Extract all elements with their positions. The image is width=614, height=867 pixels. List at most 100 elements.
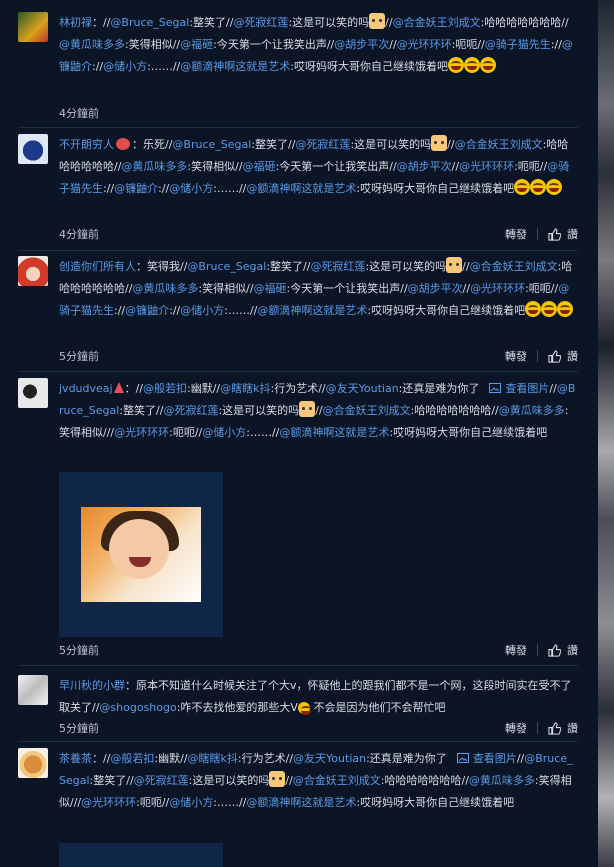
mention-link[interactable]: @额滴神啊这就是艺术 xyxy=(257,304,367,317)
mention-link[interactable]: @瞎瞎k抖 xyxy=(220,382,270,395)
mention-link[interactable]: @死寂红莲 xyxy=(134,774,189,787)
view-image-link[interactable]: 查看图片 xyxy=(456,752,517,765)
mention-link[interactable]: @额滴神啊这就是艺术 xyxy=(246,182,356,195)
mention-link[interactable]: @镰鼬介 xyxy=(125,304,169,317)
mention-link[interactable]: @Bruce_Segal xyxy=(110,16,189,29)
mention-link[interactable]: @瞎瞎k抖 xyxy=(188,752,238,765)
smile-emoji-icon xyxy=(297,702,311,715)
comment-item: 茶養茶：//@般若扣:幽默//@瞎瞎k抖:行为艺术//@友天Youtian:还真… xyxy=(18,748,578,867)
repost-button[interactable]: 轉發 xyxy=(505,226,527,242)
mention-link[interactable]: @合金妖王刘成文 xyxy=(470,260,558,273)
laugh-emoji-icon xyxy=(541,301,558,317)
avatar[interactable] xyxy=(18,134,48,164)
username-link[interactable]: 茶養茶 xyxy=(59,752,92,765)
mention-link[interactable]: @胡步平次 xyxy=(334,38,389,51)
mention-link[interactable]: @黄瓜味多多 xyxy=(132,282,198,295)
like-button[interactable]: 讚 xyxy=(548,642,578,658)
mention-link[interactable]: @光环环环 xyxy=(114,426,169,439)
avatar[interactable] xyxy=(18,378,48,408)
cat-emoji-icon xyxy=(299,401,316,417)
mention-link[interactable]: @合金妖王刘成文 xyxy=(393,16,481,29)
repost-button[interactable]: 轉發 xyxy=(505,720,527,736)
mention-link[interactable]: @镰鼬介 xyxy=(114,182,158,195)
mention-link[interactable]: @储小方 xyxy=(180,304,224,317)
comment-item: 创造你们所有人：笑得我//@Bruce_Segal:整笑了//@死寂红莲:这是可… xyxy=(18,256,578,366)
mention-link[interactable]: @般若扣 xyxy=(143,382,187,395)
mention-link[interactable]: @Bruce_Segal xyxy=(187,260,266,273)
laugh-emoji-icon xyxy=(525,301,542,317)
username-link[interactable]: 林初禄 xyxy=(59,16,92,29)
mention-link[interactable]: @储小方 xyxy=(169,182,213,195)
repost-button[interactable]: 轉發 xyxy=(505,348,527,364)
mention-link[interactable]: @shogoshogo xyxy=(99,701,176,714)
background-image-edge xyxy=(598,0,614,867)
attached-image[interactable] xyxy=(59,843,223,867)
divider xyxy=(537,722,538,734)
username-link[interactable]: jvdudveaj xyxy=(59,382,113,395)
comment-item: 早川秋的小群：原本不知道什么时候关注了个大v，怀疑他上的跟我们都不是一个网，这段… xyxy=(18,675,578,743)
mention-link[interactable]: @光环环环 xyxy=(81,796,136,809)
comment-text: 茶養茶：//@般若扣:幽默//@瞎瞎k抖:行为艺术//@友天Youtian:还真… xyxy=(59,752,573,809)
username-link[interactable]: 不开朗穷人 xyxy=(59,138,114,151)
timestamp: 4分鐘前 xyxy=(59,107,99,120)
like-button[interactable]: 讚 xyxy=(548,226,578,242)
mention-link[interactable]: @骑子猫先生 xyxy=(485,38,551,51)
mention-link[interactable]: @般若扣 xyxy=(110,752,154,765)
like-button[interactable]: 讚 xyxy=(548,348,578,364)
thumbs-up-icon xyxy=(548,227,561,241)
mention-link[interactable]: @友天Youtian xyxy=(326,382,399,395)
username-link[interactable]: 早川秋的小群 xyxy=(59,679,125,692)
mention-link[interactable]: @额滴神啊这就是艺术 xyxy=(180,60,290,73)
like-button[interactable]: 讚 xyxy=(548,720,578,736)
view-image-link[interactable]: 查看图片 xyxy=(489,382,549,395)
mention-link[interactable]: @福砸 xyxy=(254,282,287,295)
comment-actions: 轉發 讚 xyxy=(505,642,578,658)
comment-text: jvdudveaj ：//@般若扣:幽默//@瞎瞎k抖:行为艺术//@友天Yout… xyxy=(59,382,576,439)
laugh-emoji-icon xyxy=(463,57,480,73)
mention-link[interactable]: @黄瓜味多多 xyxy=(121,160,187,173)
timestamp: 5分鐘前 xyxy=(59,722,99,735)
mention-link[interactable]: @死寂红莲 xyxy=(163,404,218,417)
avatar[interactable] xyxy=(18,256,48,286)
divider xyxy=(537,350,538,362)
comment-text: 林初禄：//@Bruce_Segal:整笑了//@死寂红莲:这是可以笑的吗//@… xyxy=(59,12,578,78)
comment-text: 早川秋的小群：原本不知道什么时候关注了个大v，怀疑他上的跟我们都不是一个网，这段… xyxy=(59,679,572,715)
mention-link[interactable]: @福砸 xyxy=(180,38,213,51)
divider xyxy=(537,644,538,656)
mention-link[interactable]: @黄瓜味多多 xyxy=(469,774,535,787)
mention-link[interactable]: @储小方 xyxy=(103,60,147,73)
mention-link[interactable]: @福砸 xyxy=(243,160,276,173)
cat-emoji-icon xyxy=(269,771,286,787)
mention-link[interactable]: @光环环环 xyxy=(470,282,525,295)
mention-link[interactable]: @额滴神啊这就是艺术 xyxy=(246,796,356,809)
mention-link[interactable]: @胡步平次 xyxy=(397,160,452,173)
mention-link[interactable]: @储小方 xyxy=(202,426,246,439)
mention-link[interactable]: @死寂红莲 xyxy=(233,16,288,29)
mention-link[interactable]: @友天Youtian xyxy=(293,752,366,765)
badge-icon xyxy=(116,138,130,150)
mention-link[interactable]: @额滴神啊这就是艺术 xyxy=(279,426,389,439)
divider xyxy=(18,741,578,742)
mention-link[interactable]: @合金妖王刘成文 xyxy=(455,138,543,151)
mention-link[interactable]: @胡步平次 xyxy=(408,282,463,295)
avatar[interactable] xyxy=(18,675,48,705)
mention-link[interactable]: @黄瓜味多多 xyxy=(59,38,125,51)
mention-link[interactable]: @死寂红莲 xyxy=(310,260,365,273)
mention-link[interactable]: @合金妖王刘成文 xyxy=(293,774,381,787)
mention-link[interactable]: @光环环环 xyxy=(459,160,514,173)
mention-link[interactable]: @光环环环 xyxy=(397,38,452,51)
mention-link[interactable]: @黄瓜味多多 xyxy=(499,404,565,417)
mention-link[interactable]: @死寂红莲 xyxy=(295,138,350,151)
mention-link[interactable]: @合金妖王刘成文 xyxy=(323,404,411,417)
repost-button[interactable]: 轉發 xyxy=(505,642,527,658)
mention-link[interactable]: @Bruce_Segal xyxy=(172,138,251,151)
mention-link[interactable]: @储小方 xyxy=(169,796,213,809)
attached-image[interactable] xyxy=(59,472,223,637)
comment-text: 创造你们所有人：笑得我//@Bruce_Segal:整笑了//@死寂红莲:这是可… xyxy=(59,256,578,322)
avatar[interactable] xyxy=(18,12,48,42)
thumbs-up-icon xyxy=(548,721,561,735)
cat-emoji-icon xyxy=(369,13,386,29)
avatar[interactable] xyxy=(18,748,48,778)
username-link[interactable]: 创造你们所有人 xyxy=(59,260,136,273)
laugh-emoji-icon xyxy=(546,179,563,195)
